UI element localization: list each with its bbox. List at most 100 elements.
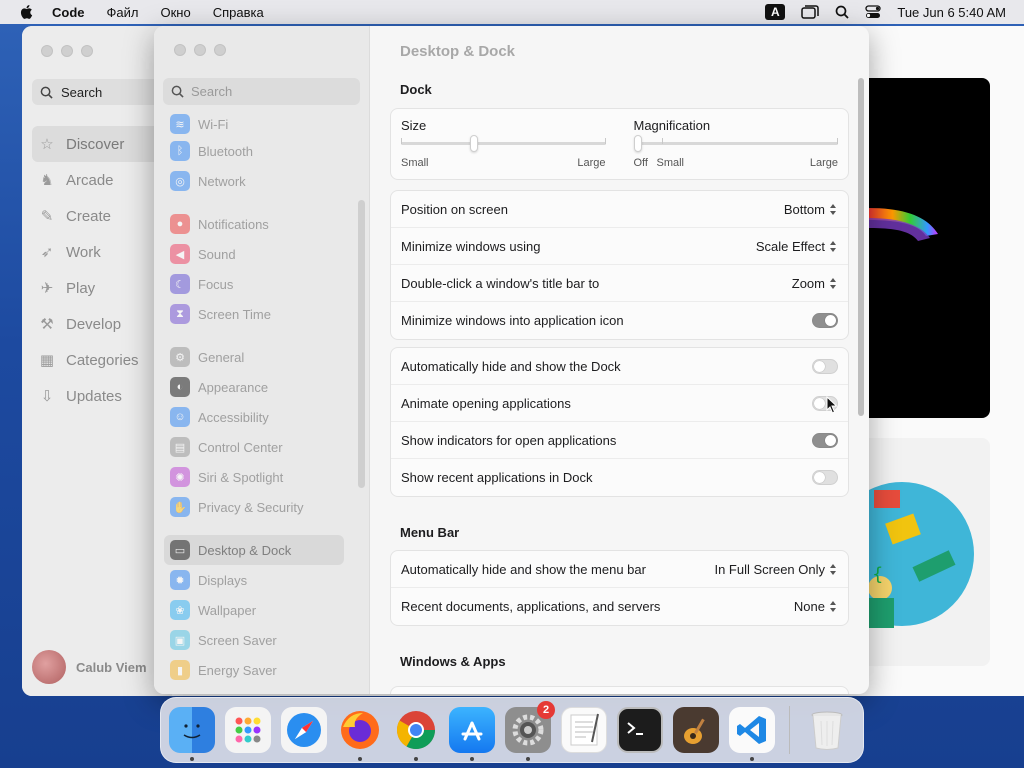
sidebar-item-screen-saver[interactable]: ▣ Screen Saver (164, 625, 344, 655)
magnification-slider-knob[interactable] (633, 135, 642, 152)
system-settings-window: Search ≋ Wi-Fi ᛒ Bluetooth ◎ Network ● Notif… (154, 26, 869, 694)
dock-app-finder[interactable] (169, 707, 215, 761)
dock-app-firefox[interactable] (337, 707, 383, 761)
sidebar-item-network[interactable]: ◎ Network (164, 166, 344, 196)
nav-item-create[interactable]: ✎ Create (32, 198, 172, 234)
nav-item-develop[interactable]: ⚒ Develop (32, 306, 172, 342)
sidebar-item-desktop-dock[interactable]: ▭ Desktop & Dock (164, 535, 344, 565)
paperplane-icon: ➶ (40, 244, 54, 261)
auto-hide-dock-toggle[interactable] (812, 358, 838, 374)
sidebar-item-privacy-security[interactable]: ✋ Privacy & Security (164, 492, 344, 522)
dock-app-launchpad[interactable] (225, 707, 271, 753)
sidebar-item-wallpaper[interactable]: ❀ Wallpaper (164, 595, 344, 625)
sidebar-item-siri-spotlight[interactable]: ✺ Siri & Spotlight (164, 462, 344, 492)
running-indicator (526, 757, 530, 761)
dock-app-terminal[interactable] (617, 707, 663, 753)
guitar-icon (684, 718, 705, 744)
dock-app-trash[interactable] (804, 707, 850, 753)
close-button[interactable] (174, 44, 186, 56)
size-label: Size (401, 118, 427, 133)
featured-card-artwork: { (868, 482, 974, 628)
sidebar-item-bluetooth[interactable]: ᛒ Bluetooth (164, 136, 344, 166)
row-label: Minimize windows into application icon (401, 313, 624, 328)
size-slider-knob[interactable] (470, 135, 478, 152)
zoom-button[interactable] (214, 44, 226, 56)
app-store-account[interactable]: Calub Viem (32, 650, 147, 684)
minimize-button[interactable] (194, 44, 206, 56)
screen-saver-icon: ▣ (170, 630, 190, 650)
menu-app-name[interactable]: Code (52, 5, 85, 20)
zoom-button[interactable] (81, 45, 93, 57)
sidebar-item-displays[interactable]: ✹ Displays (164, 565, 344, 595)
nav-item-updates[interactable]: ⇩ Updates (32, 378, 172, 414)
nav-label: Play (66, 279, 96, 297)
sidebar-item-general[interactable]: ⚙ General (164, 342, 344, 372)
dock-app-textedit[interactable] (561, 707, 607, 753)
dock-app-system-settings[interactable]: 2 (505, 701, 555, 761)
nav-item-categories[interactable]: ▦ Categories (32, 342, 172, 378)
input-source-indicator[interactable]: A (765, 4, 786, 20)
terminal-prompt-icon (627, 722, 643, 735)
settings-sidebar-list: ≋ Wi-Fi ᛒ Bluetooth ◎ Network ● Notification… (164, 112, 344, 685)
dock-app-instruments[interactable] (673, 707, 719, 753)
row-label: Animate opening applications (401, 395, 571, 411)
close-button[interactable] (41, 45, 53, 57)
sidebar-item-energy-saver[interactable]: ▮ Energy Saver (164, 655, 344, 685)
nav-item-work[interactable]: ➶ Work (32, 234, 172, 270)
auto-hide-menu-bar-popup[interactable]: In Full Screen Only (714, 562, 838, 577)
double-click-action-popup[interactable]: Zoom (792, 276, 838, 291)
menu-file[interactable]: Файл (107, 5, 139, 20)
battery-icon: ▮ (170, 660, 190, 680)
show-indicators-toggle[interactable] (812, 432, 838, 448)
svg-text:{: { (872, 564, 883, 585)
sidebar-item-focus[interactable]: ☾ Focus (164, 269, 344, 299)
spotlight-search-icon[interactable] (835, 5, 849, 19)
chevron-updown-icon (829, 203, 838, 216)
row-label: Double-click a window's title bar to (401, 275, 600, 291)
nav-item-play[interactable]: ✈ Play (32, 270, 172, 306)
nav-item-arcade[interactable]: ♞ Arcade (32, 162, 172, 198)
menu-bar-clock[interactable]: Tue Jun 6 5:40 AM (897, 5, 1006, 20)
control-center-icon[interactable] (865, 5, 882, 19)
sidebar-item-wifi[interactable]: ≋ Wi-Fi (164, 112, 344, 136)
menu-help[interactable]: Справка (213, 5, 264, 20)
sidebar-item-screen-time[interactable]: ⧗ Screen Time (164, 299, 344, 329)
sidebar-item-label: Sound (198, 246, 236, 262)
dock-app-app-store[interactable] (449, 707, 495, 761)
minimize-button[interactable] (61, 45, 73, 57)
dock-app-chrome[interactable] (393, 707, 439, 761)
nav-item-discover[interactable]: ☆ Discover (32, 126, 172, 162)
apple-icon[interactable] (18, 3, 36, 21)
featured-banner[interactable] (868, 78, 990, 418)
sidebar-item-control-center[interactable]: ▤ Control Center (164, 432, 344, 462)
app-store-traffic-lights (41, 45, 93, 57)
sidebar-item-sound[interactable]: ◀ Sound (164, 239, 344, 269)
size-slider[interactable]: Size Small Large (401, 109, 606, 179)
settings-search-field[interactable]: Search (163, 78, 360, 105)
window-stack-icon[interactable] (801, 5, 820, 19)
show-recent-apps-toggle[interactable] (812, 470, 838, 485)
menu-bar: Code Файл Окно Справка A Tue Jun 6 5:40 … (0, 0, 1024, 24)
settings-sidebar: Search ≋ Wi-Fi ᛒ Bluetooth ◎ Network ● Notif… (154, 26, 370, 694)
dock-app-safari[interactable] (281, 707, 327, 753)
search-icon (40, 86, 53, 99)
sidebar-item-label: Privacy & Security (198, 499, 304, 515)
recent-items-popup[interactable]: None (794, 599, 838, 614)
dock-app-vscode[interactable] (729, 707, 775, 761)
sidebar-item-notifications[interactable]: ● Notifications (164, 209, 344, 239)
position-popup[interactable]: Bottom (784, 202, 838, 217)
sidebar-scrollbar[interactable] (358, 200, 365, 488)
sidebar-item-appearance[interactable]: ◐ Appearance (164, 372, 344, 402)
magnification-slider[interactable]: Magnification Off Small Large (633, 109, 838, 179)
featured-card[interactable]: { (868, 438, 990, 666)
content-scrollbar[interactable] (858, 78, 864, 416)
nav-label: Work (66, 243, 101, 261)
running-indicator (750, 757, 754, 761)
minimize-into-icon-toggle[interactable] (812, 313, 838, 328)
menu-window[interactable]: Окно (160, 5, 190, 20)
dock-options-group: Position on screen Bottom Minimize windo… (390, 190, 849, 340)
row-label: Position on screen (401, 201, 508, 217)
sidebar-item-accessibility[interactable]: ☺ Accessibility (164, 402, 344, 432)
minimize-effect-popup[interactable]: Scale Effect (756, 239, 838, 254)
